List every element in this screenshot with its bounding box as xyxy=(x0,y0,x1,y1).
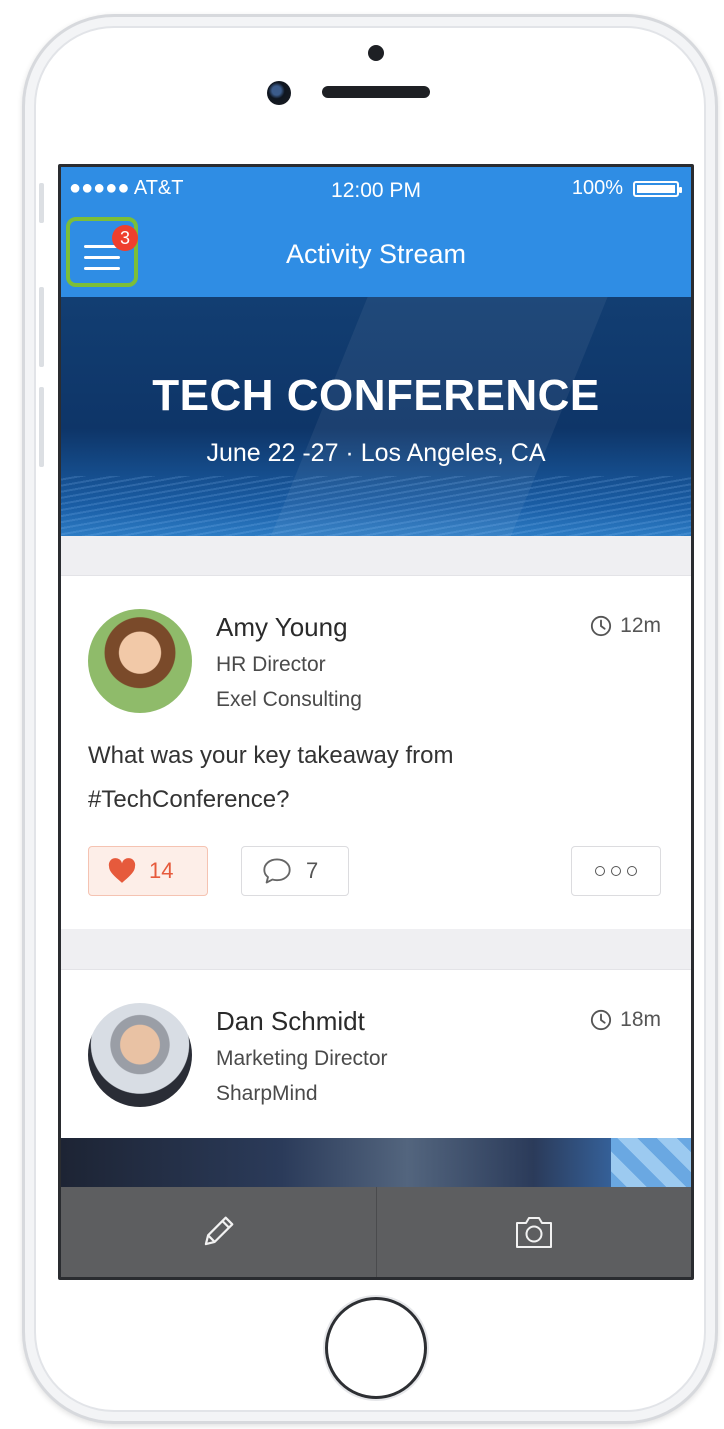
comment-count: 7 xyxy=(306,858,319,883)
post-time-label: 12m xyxy=(620,614,661,637)
heart-icon xyxy=(108,858,136,883)
clock-icon xyxy=(591,615,612,637)
post-time-label: 18m xyxy=(620,1008,661,1031)
avatar[interactable] xyxy=(88,609,192,713)
camera-icon xyxy=(515,1217,552,1248)
more-options-button[interactable] xyxy=(571,846,661,896)
nav-bar: 3 Activity Stream xyxy=(61,207,691,297)
app-screen: ●●●●● AT&T 12:00 PM 100% 3 Activity Stre… xyxy=(58,164,694,1280)
clock-icon xyxy=(591,1009,612,1031)
bottom-toolbar xyxy=(61,1187,691,1277)
battery-percent: 100% xyxy=(571,177,623,199)
author-role: HR Director xyxy=(216,653,326,676)
more-dots-icon xyxy=(595,866,605,876)
post-time: 18m xyxy=(590,1008,661,1032)
volume-up-button xyxy=(39,287,44,367)
wave-graphic xyxy=(61,476,691,536)
battery-icon xyxy=(633,181,682,197)
avatar[interactable] xyxy=(88,1003,192,1107)
author-name[interactable]: Dan Schmidt xyxy=(216,1006,365,1037)
post-text: What was your key takeaway from #TechCon… xyxy=(88,742,454,813)
home-button[interactable] xyxy=(325,1297,427,1399)
like-count: 14 xyxy=(149,858,174,883)
mute-switch xyxy=(39,183,44,223)
banner-subtitle: June 22 -27 · Los Angeles, CA xyxy=(206,439,546,467)
author-name[interactable]: Amy Young xyxy=(216,612,348,643)
event-banner: TECH CONFERENCE June 22 -27 · Los Angele… xyxy=(61,297,691,536)
comment-button[interactable]: 7 xyxy=(241,846,349,896)
status-bar: ●●●●● AT&T 12:00 PM 100% xyxy=(61,167,691,207)
author-company: Exel Consulting xyxy=(216,688,362,711)
page-title: Activity Stream xyxy=(285,239,467,269)
compose-post-button[interactable] xyxy=(61,1187,376,1277)
earpiece-speaker xyxy=(322,86,430,98)
pencil-icon xyxy=(205,1216,234,1246)
author-company: SharpMind xyxy=(216,1082,318,1105)
feed-post: Amy Young HR Director Exel Consulting 12… xyxy=(61,575,691,929)
author-role: Marketing Director xyxy=(216,1047,388,1070)
add-photo-button[interactable] xyxy=(375,1187,692,1277)
post-time: 12m xyxy=(590,614,661,638)
proximity-sensor xyxy=(368,45,384,61)
front-camera-icon xyxy=(267,81,291,105)
like-button[interactable]: 14 xyxy=(88,846,208,896)
volume-down-button xyxy=(39,387,44,467)
comment-icon xyxy=(263,858,291,884)
banner-title: TECH CONFERENCE xyxy=(152,371,600,420)
